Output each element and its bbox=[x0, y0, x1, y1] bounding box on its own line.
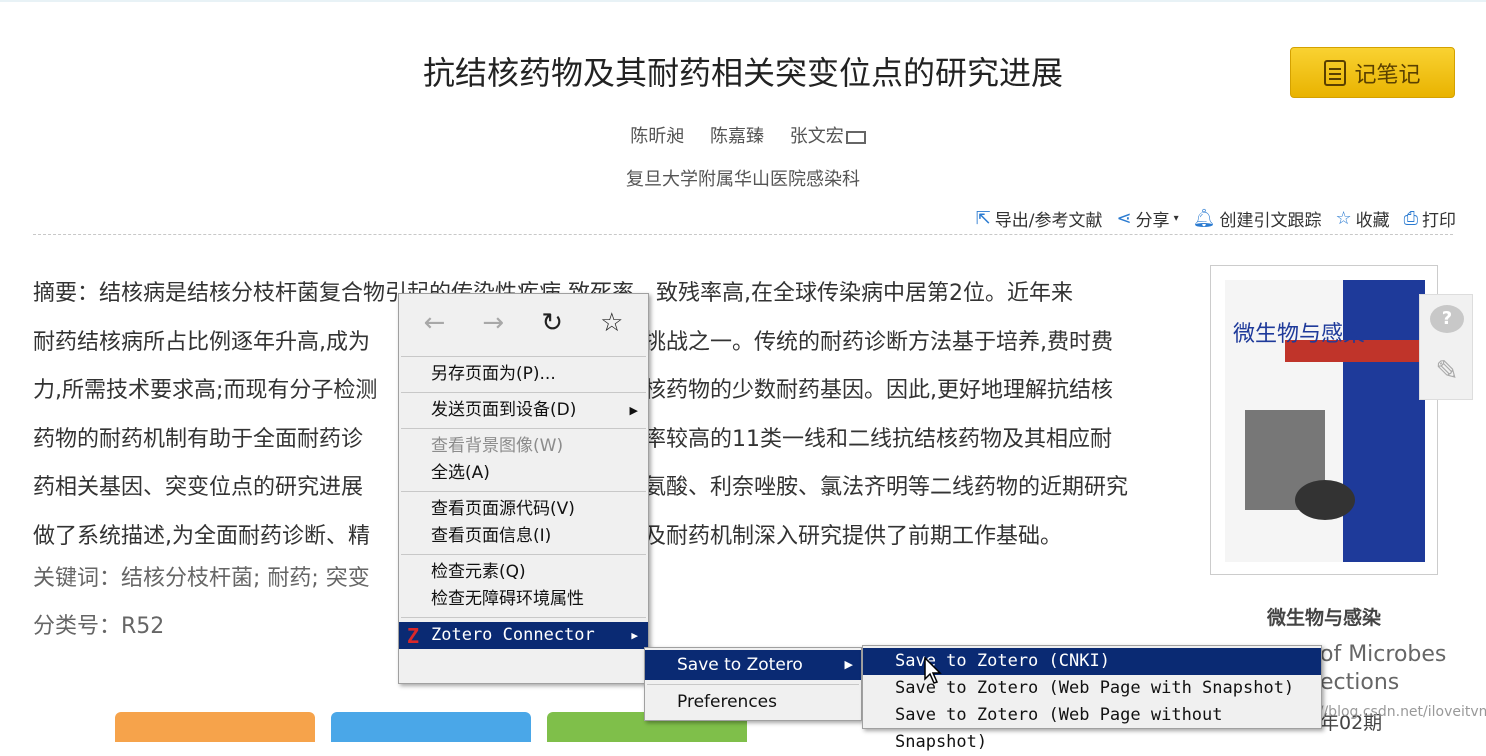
menu-view-page-info[interactable]: 查看页面信息(I) bbox=[399, 523, 648, 550]
author-link[interactable]: 陈嘉臻 bbox=[710, 126, 764, 147]
take-note-label: 记笔记 bbox=[1354, 62, 1421, 88]
track-label: 创建引文跟踪 bbox=[1219, 211, 1322, 231]
divider bbox=[33, 234, 1453, 235]
export-label: 导出/参考文献 bbox=[994, 211, 1103, 231]
download-button-blue[interactable] bbox=[331, 712, 531, 742]
chevron-down-icon: ▾ bbox=[1173, 213, 1179, 224]
menu-preferences[interactable]: Preferences bbox=[645, 687, 861, 717]
classification-number: 分类号：R52 bbox=[33, 614, 165, 639]
menu-view-page-source[interactable]: 查看页面源代码(V) bbox=[399, 496, 648, 523]
submenu-arrow-icon: ▶ bbox=[844, 658, 853, 671]
menu-separator bbox=[647, 684, 859, 685]
menu-save-page-as[interactable]: 另存页面为(P)... bbox=[399, 361, 648, 388]
zotero-submenu: Save to Zotero ▶ Preferences bbox=[644, 647, 862, 721]
export-icon: ⇱ bbox=[975, 208, 991, 229]
back-icon[interactable]: ← bbox=[424, 308, 446, 338]
export-button[interactable]: ⇱ 导出/参考文献 bbox=[976, 206, 1103, 231]
share-icon: ⋖ bbox=[1116, 208, 1132, 229]
author-link[interactable]: 张文宏 bbox=[790, 126, 844, 147]
print-label: 打印 bbox=[1422, 211, 1456, 231]
mouse-cursor-icon bbox=[924, 657, 942, 684]
menu-inspect-element[interactable]: 检查元素(Q) bbox=[399, 559, 648, 586]
top-border bbox=[0, 0, 1486, 2]
menu-save-to-zotero[interactable]: Save to Zotero ▶ bbox=[645, 650, 861, 680]
menu-separator bbox=[401, 554, 646, 555]
zotero-icon: Z bbox=[407, 624, 420, 648]
journal-english-name: of Microbes ections bbox=[1320, 642, 1447, 695]
forward-icon[interactable]: → bbox=[482, 308, 504, 338]
context-nav-bar: ← → ↻ ☆ bbox=[399, 294, 648, 352]
keywords: 关键词：结核分枝杆菌; 耐药; 突变 bbox=[33, 566, 370, 591]
journal-name[interactable]: 微生物与感染 bbox=[1210, 603, 1438, 630]
article-toolbar: ⇱ 导出/参考文献 ⋖ 分享 ▾ 🔔︎ 创建引文跟踪 ☆ 收藏 ⎙ 打印 bbox=[976, 206, 1456, 231]
pencil-icon[interactable]: ✎ bbox=[1430, 353, 1464, 389]
menu-separator bbox=[401, 356, 646, 357]
author-list: 陈昕昶 陈嘉臻 张文宏 bbox=[0, 122, 1486, 148]
share-label: 分享 bbox=[1135, 211, 1170, 231]
side-tools: ? ✎ bbox=[1419, 294, 1473, 400]
menu-view-background-image: 查看背景图像(W) bbox=[431, 436, 564, 456]
reload-icon[interactable]: ↻ bbox=[541, 308, 563, 338]
journal-cover[interactable]: 微生物与感染 bbox=[1210, 265, 1438, 575]
bookmark-star-icon[interactable]: ☆ bbox=[600, 308, 623, 338]
menu-send-page-to-device[interactable]: 发送页面到设备(D) ▶ bbox=[399, 397, 648, 424]
submenu-arrow-icon: ▶ bbox=[629, 404, 638, 417]
menu-zotero-connector[interactable]: Z Zotero Connector ▶ bbox=[399, 622, 648, 649]
notebook-icon bbox=[1324, 59, 1347, 86]
star-icon: ☆ bbox=[1335, 208, 1352, 229]
menu-select-all[interactable]: 全选(A) bbox=[399, 460, 648, 487]
citation-track-button[interactable]: 🔔︎ 创建引文跟踪 bbox=[1193, 206, 1322, 231]
author-link[interactable]: 陈昕昶 bbox=[630, 126, 684, 147]
favorite-label: 收藏 bbox=[1355, 211, 1390, 231]
menu-separator bbox=[401, 428, 646, 429]
favorite-button[interactable]: ☆ 收藏 bbox=[1335, 206, 1389, 231]
printer-icon: ⎙ bbox=[1403, 208, 1418, 229]
context-menu: ← → ↻ ☆ 另存页面为(P)... 发送页面到设备(D) ▶ 查看背景图像(W… bbox=[398, 293, 649, 684]
comment-icon[interactable]: ? bbox=[1430, 305, 1464, 333]
article-title: 抗结核药物及其耐药相关突变位点的研究进展 bbox=[422, 54, 1063, 92]
share-button[interactable]: ⋖ 分享 ▾ bbox=[1116, 206, 1178, 231]
menu-separator bbox=[401, 491, 646, 492]
print-button[interactable]: ⎙ 打印 bbox=[1404, 206, 1456, 231]
menu-separator bbox=[401, 392, 646, 393]
cover-title: 微生物与感染 bbox=[1233, 322, 1366, 347]
mail-icon[interactable] bbox=[845, 130, 866, 144]
menu-inspect-accessibility[interactable]: 检查无障碍环境属性 bbox=[399, 586, 648, 613]
menu-save-web-without-snapshot[interactable]: Save to Zotero (Web Page without Snapsho… bbox=[863, 702, 1321, 752]
bell-icon: 🔔︎ bbox=[1192, 208, 1216, 229]
take-note-button[interactable]: 记笔记 bbox=[1290, 47, 1455, 98]
menu-separator bbox=[401, 617, 646, 618]
affiliation[interactable]: 复旦大学附属华山医院感染科 bbox=[0, 165, 1486, 191]
submenu-arrow-icon: ▶ bbox=[631, 629, 638, 642]
download-button-orange[interactable] bbox=[115, 712, 315, 742]
